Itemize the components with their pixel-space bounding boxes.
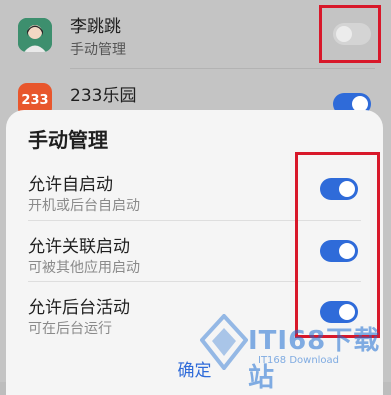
- highlight-box: [319, 5, 381, 63]
- avatar-icon: [18, 18, 52, 52]
- confirm-button[interactable]: 确定: [6, 356, 383, 381]
- app-subtitle: 手动管理: [70, 42, 126, 58]
- highlight-box: [295, 152, 380, 338]
- option-desc: 开机或后台自启动: [28, 198, 140, 214]
- option-desc: 可被其他应用启动: [28, 260, 140, 276]
- app-name: 233乐园: [70, 86, 137, 106]
- option-title: 允许自启动: [28, 175, 113, 195]
- sheet-title: 手动管理: [28, 128, 108, 152]
- option-desc: 可在后台运行: [28, 321, 112, 337]
- option-title: 允许后台活动: [28, 298, 130, 318]
- app-name: 李跳跳: [70, 17, 121, 37]
- option-title: 允许关联启动: [28, 237, 130, 257]
